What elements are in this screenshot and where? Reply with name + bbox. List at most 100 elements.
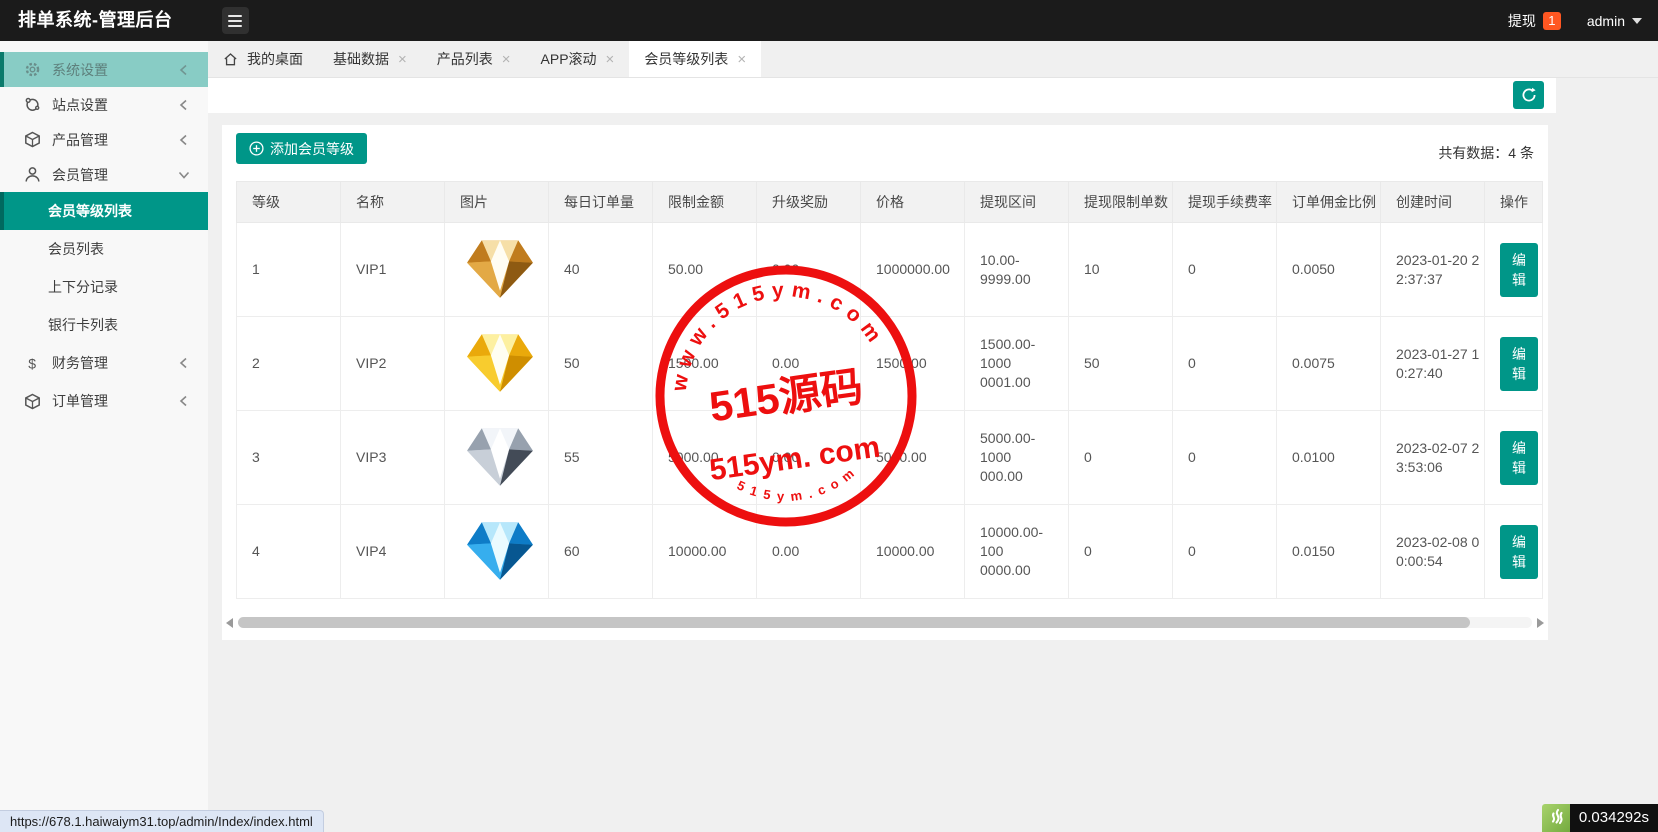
sidebar-item-label: 订单管理 [52, 393, 108, 409]
refresh-icon [1522, 87, 1536, 102]
cell-upgrade-reward: 0.00 [756, 504, 861, 599]
tab-my-desktop[interactable]: 我的桌面 [208, 41, 318, 77]
edit-button[interactable]: 编辑 [1500, 336, 1538, 391]
chevron-left-icon [179, 357, 187, 369]
horizontal-scrollbar [224, 616, 1546, 630]
cell-action: 编辑 [1484, 504, 1543, 599]
sidebar-item-member-level-list[interactable]: 会员等级列表 [0, 192, 208, 230]
edit-button[interactable]: 编辑 [1500, 524, 1538, 579]
cell-price: 10000.00 [860, 504, 965, 599]
cell-order-commission: 0.0150 [1276, 504, 1381, 599]
cell-daily-orders: 60 [548, 504, 653, 599]
user-icon [25, 167, 40, 182]
column-header: 提现限制单数 [1068, 181, 1173, 223]
table-row: 2 VIP2 50 1500.00 0.00 1500.00 1500.00-1000 0… [236, 316, 1543, 411]
cell-upgrade-reward: 0.00 [756, 410, 861, 505]
diamond-blue-image [467, 522, 533, 580]
sidebar-item-site-settings[interactable]: 站点设置 [0, 87, 208, 122]
diamond-yellow-image [467, 334, 533, 392]
cube-icon [25, 131, 40, 148]
table-row: 3 VIP3 55 5000.00 0.00 5000.00 5000.00-1000 0… [236, 410, 1543, 505]
sidebar-item-label: 会员列表 [48, 241, 104, 257]
close-tab-icon[interactable]: × [737, 52, 746, 67]
chevron-down-icon [1632, 17, 1642, 24]
sidebar-item-member-list[interactable]: 会员列表 [0, 230, 208, 268]
scroll-left-arrow-icon[interactable] [226, 618, 233, 628]
column-header: 价格 [860, 181, 965, 223]
tab-label: 会员等级列表 [644, 51, 729, 67]
refresh-button[interactable] [1513, 81, 1544, 109]
topbar-right: 提现 1 admin [1508, 0, 1642, 41]
withdraw-label: 提现 [1507, 12, 1536, 29]
cell-price: 5000.00 [860, 410, 965, 505]
cell-order-commission: 0.0050 [1276, 222, 1381, 317]
card-header: 添加会员等级 共有数据：4 条 [222, 125, 1548, 181]
add-button-label: 添加会员等级 [270, 140, 354, 157]
cell-order-commission: 0.0100 [1276, 410, 1381, 505]
table-row: 4 VIP4 60 10000.00 0.00 10000.00 10000.00-100… [236, 504, 1543, 599]
sidebar-item-finance-management[interactable]: $ 财务管理 [0, 344, 208, 382]
cell-withdraw-range: 5000.00-1000 000.00 [964, 410, 1069, 505]
cell-withdraw-range: 1500.00-1000 0001.00 [964, 316, 1069, 411]
sidebar-item-member-management[interactable]: 会员管理 [0, 157, 208, 192]
cell-withdraw-fee-rate: 0 [1172, 222, 1277, 317]
cell-withdraw-limit-count: 0 [1068, 504, 1173, 599]
tab-label: 基础数据 [333, 51, 389, 67]
cell-level: 4 [236, 504, 341, 599]
scroll-right-arrow-icon[interactable] [1537, 618, 1544, 628]
gear-icon [25, 62, 40, 77]
hamburger-menu-icon[interactable] [222, 7, 249, 34]
column-header: 创建时间 [1380, 181, 1485, 223]
cell-level: 3 [236, 410, 341, 505]
column-header: 图片 [444, 181, 549, 223]
cell-action: 编辑 [1484, 316, 1543, 411]
cell-action: 编辑 [1484, 410, 1543, 505]
add-member-level-button[interactable]: 添加会员等级 [236, 133, 367, 164]
tab-basic-data[interactable]: 基础数据 × [318, 41, 422, 77]
table-row: 1 VIP1 40 50.00 0.00 1000000.00 10.00-9999.00… [236, 222, 1543, 317]
sidebar-item-label: 上下分记录 [48, 279, 118, 295]
cell-withdraw-fee-rate: 0 [1172, 316, 1277, 411]
package-icon [25, 393, 40, 409]
sidebar-item-system-settings[interactable]: 系统设置 [0, 52, 208, 87]
scrollbar-thumb[interactable] [238, 617, 1470, 628]
close-tab-icon[interactable]: × [398, 52, 407, 67]
edit-button[interactable]: 编辑 [1500, 242, 1538, 297]
withdraw-menu[interactable]: 提现 1 [1508, 11, 1561, 31]
cell-name: VIP4 [340, 504, 445, 599]
sidebar-item-label: 财务管理 [52, 355, 108, 371]
member-level-card: 添加会员等级 共有数据：4 条 等级 名称 图片 每日订单量 限制金额 升级奖励 价格 提现区… [222, 125, 1548, 640]
cell-upgrade-reward: 0.00 [756, 316, 861, 411]
cell-price: 1500.00 [860, 316, 965, 411]
tab-member-level-list[interactable]: 会员等级列表 × [629, 41, 762, 77]
thinkphp-flame-icon[interactable] [1541, 804, 1570, 832]
sidebar-item-bank-card-list[interactable]: 银行卡列表 [0, 306, 208, 344]
cell-name: VIP2 [340, 316, 445, 411]
app-title: 排单系统-管理后台 [18, 10, 173, 30]
close-tab-icon[interactable]: × [502, 52, 511, 67]
sidebar: 系统设置 站点设置 产品管理 会员管理 会员等级列表 会员列表 上下分记录 银行… [0, 41, 208, 832]
cell-created-at: 2023-02-07 2 3:53:06 [1380, 410, 1485, 505]
tab-bar: 我的桌面 基础数据 × 产品列表 × APP滚动 × 会员等级列表 × [208, 41, 1658, 78]
edit-button[interactable]: 编辑 [1500, 430, 1538, 485]
status-url-bubble: https://678.1.haiwaiym31.top/admin/Index… [0, 810, 324, 832]
sidebar-item-score-records[interactable]: 上下分记录 [0, 268, 208, 306]
cell-limit-amount: 5000.00 [652, 410, 757, 505]
sidebar-item-label: 会员管理 [52, 166, 108, 183]
cell-name: VIP3 [340, 410, 445, 505]
cell-withdraw-fee-rate: 0 [1172, 504, 1277, 599]
cell-daily-orders: 50 [548, 316, 653, 411]
tab-app-scroll[interactable]: APP滚动 × [526, 41, 630, 77]
sidebar-item-label: 会员等级列表 [48, 203, 132, 219]
tab-product-list[interactable]: 产品列表 × [422, 41, 526, 77]
scrollbar-track[interactable] [238, 617, 1532, 628]
diamond-silver-image [467, 428, 533, 486]
close-tab-icon[interactable]: × [606, 52, 615, 67]
cell-withdraw-limit-count: 10 [1068, 222, 1173, 317]
total-count-text: 共有数据：4 条 [1438, 145, 1534, 161]
cell-created-at: 2023-01-20 2 2:37:37 [1380, 222, 1485, 317]
user-dropdown[interactable]: admin [1587, 13, 1642, 29]
column-header: 升级奖励 [756, 181, 861, 223]
sidebar-item-order-management[interactable]: 订单管理 [0, 382, 208, 420]
sidebar-item-product-management[interactable]: 产品管理 [0, 122, 208, 157]
